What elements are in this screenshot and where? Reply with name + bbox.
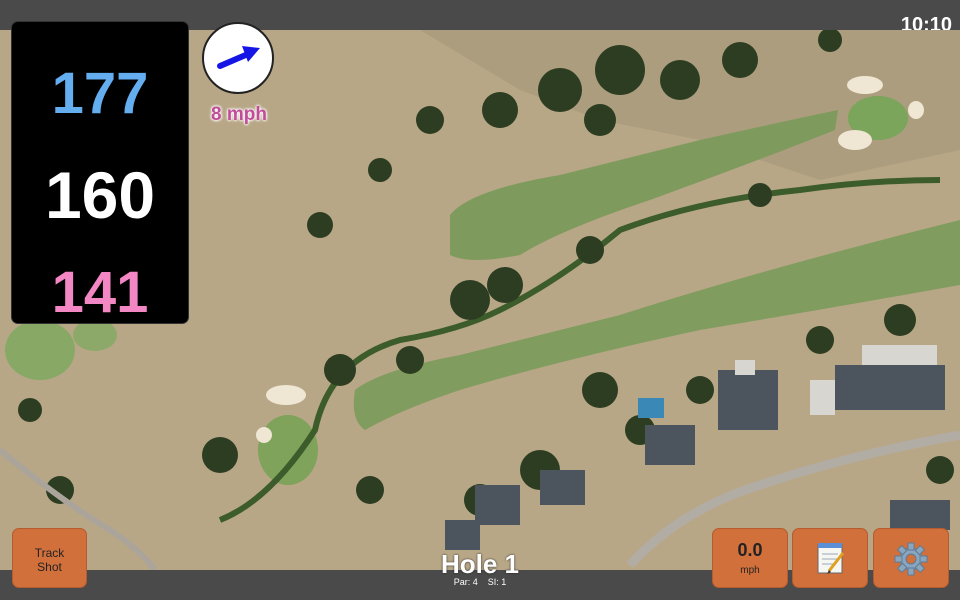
wind-arrow-icon bbox=[217, 46, 260, 69]
notepad-icon bbox=[817, 543, 845, 574]
hole-par: Par: 4 bbox=[453, 577, 478, 587]
gear-icon bbox=[894, 542, 928, 576]
back-distance: 177 bbox=[51, 61, 149, 126]
notes-button[interactable] bbox=[792, 528, 868, 588]
wind-speed-button[interactable]: 0.0 mph bbox=[712, 528, 788, 588]
hole-title: Hole 1 bbox=[440, 549, 520, 579]
distance-panel: 177 160 141 bbox=[12, 22, 188, 325]
hole-info: Par: 4 SI: 1 bbox=[380, 577, 580, 587]
front-distance: 141 bbox=[51, 260, 149, 325]
track-shot-label-line2: Shot bbox=[37, 560, 62, 574]
hole-stroke-index: SI: 1 bbox=[487, 577, 507, 587]
settings-button[interactable] bbox=[873, 528, 949, 588]
track-shot-label-line1: Track bbox=[34, 546, 65, 560]
wind-speed-value: 0.0 bbox=[737, 540, 763, 560]
wind-direction-indicator bbox=[202, 22, 274, 94]
track-shot-button[interactable]: Track Shot bbox=[12, 528, 87, 588]
wind-speed-unit: mph bbox=[740, 565, 760, 576]
middle-distance: 160 bbox=[44, 158, 156, 232]
wind-speed-label: 8 mph bbox=[211, 104, 267, 125]
